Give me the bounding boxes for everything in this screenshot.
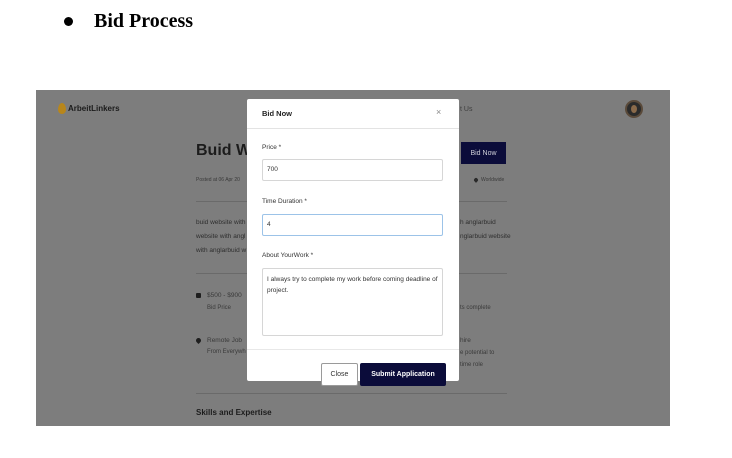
submit-application-button[interactable]: Submit Application — [360, 363, 446, 386]
close-icon[interactable]: × — [436, 107, 441, 117]
location-text: Worldwide — [481, 177, 505, 183]
remote-job: Remote Job — [207, 337, 243, 344]
duration-label: Time Duration * — [262, 198, 307, 205]
money-icon — [196, 293, 201, 298]
description-line: h anglarbuid — [460, 219, 496, 226]
bid-now-button[interactable]: Bid Now — [461, 142, 506, 164]
logo-text: ArbeitLinkers — [68, 104, 120, 113]
price-label: Bid Price — [207, 305, 232, 311]
skills-heading: Skills and Expertise — [196, 408, 272, 417]
flame-logo-icon — [58, 103, 66, 114]
role-text: time role — [460, 362, 484, 368]
description-line: with anglarbuid w — [196, 247, 247, 254]
job-description-left: buid website with website with angl with… — [196, 216, 246, 258]
job-description-right: h anglarbuid nglarbuid website — [460, 216, 511, 244]
about-textarea[interactable]: I always try to complete my work before … — [262, 268, 443, 336]
document-heading: Bid Process — [64, 6, 193, 36]
price-input[interactable]: 700 — [262, 159, 443, 181]
duration-input[interactable]: 4 — [262, 214, 443, 236]
nav-contact-link[interactable]: t Us — [460, 106, 472, 113]
potential-text: e potential to — [460, 350, 495, 356]
posted-date: Posted at 06 Apr 20 — [196, 177, 240, 183]
job-location: Worldwide — [473, 177, 505, 183]
location-pin-icon — [473, 177, 479, 183]
logo[interactable]: ArbeitLinkers — [58, 103, 120, 114]
info-text: ts complete — [460, 305, 491, 311]
description-line: buid website with — [196, 219, 246, 226]
avatar[interactable] — [625, 100, 643, 118]
close-button[interactable]: Close — [321, 363, 358, 386]
description-line: nglarbuid website — [460, 233, 511, 240]
document-title: Bid Process — [94, 9, 194, 32]
modal-footer-divider — [247, 349, 459, 350]
bid-modal: Bid Now × Price * 700 Time Duration * 4 … — [247, 99, 459, 386]
remote-sub: From Everywh — [207, 349, 246, 355]
modal-title: Bid Now — [262, 109, 292, 118]
hire-text: hire — [460, 337, 471, 344]
about-label: About YourWork * — [262, 252, 314, 259]
price-label: Price * — [262, 144, 282, 151]
divider — [196, 393, 507, 394]
bullet-icon — [64, 16, 73, 26]
app-screenshot: ArbeitLinkers t Us Buid We Bid Now Poste… — [36, 90, 670, 426]
price-range: $500 - $900 — [207, 292, 242, 299]
modal-header: Bid Now × — [247, 99, 459, 129]
description-line: website with angl — [196, 233, 246, 240]
remote-pin-icon — [194, 336, 203, 345]
